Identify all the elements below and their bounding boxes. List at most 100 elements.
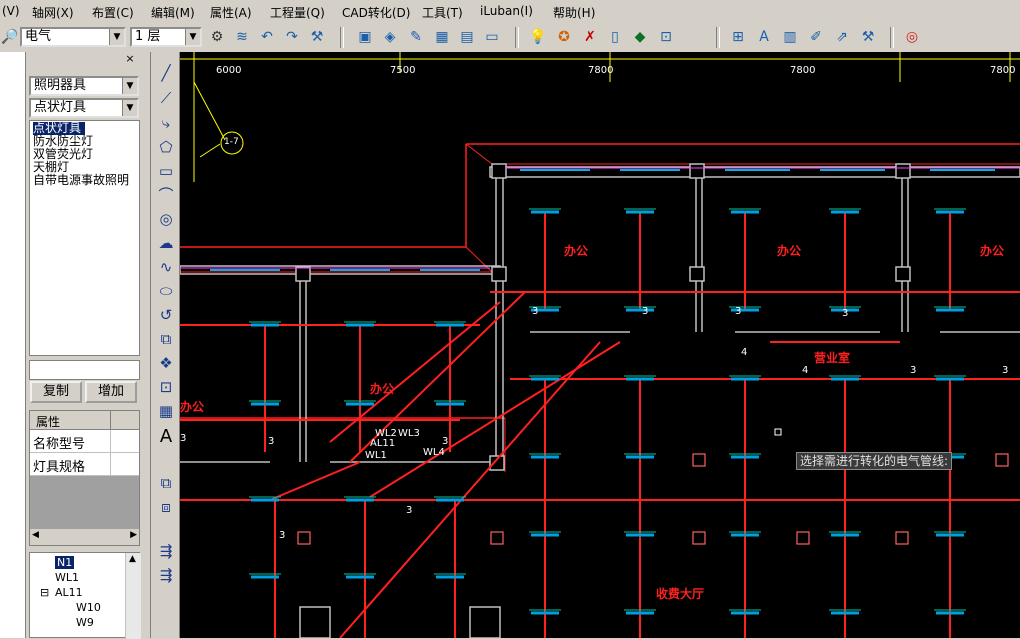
- menu-quantity[interactable]: 工程量(Q): [270, 4, 325, 21]
- hammer-icon[interactable]: ⚒: [858, 27, 878, 47]
- subtype-value: 点状灯具: [34, 100, 87, 115]
- properties-icon[interactable]: ▣: [355, 27, 375, 47]
- category-value: 照明器具: [34, 78, 87, 93]
- wire-count: 4: [802, 365, 809, 376]
- menu-edit[interactable]: 编辑(M): [151, 4, 195, 21]
- wire-count: 4: [741, 347, 748, 358]
- layer-icon[interactable]: ≋: [232, 27, 252, 47]
- vertical-scrollbar[interactable]: ▲: [125, 553, 141, 639]
- subtype-select[interactable]: 点状灯具 ▼: [29, 98, 139, 118]
- export-icon[interactable]: ⇗: [832, 27, 852, 47]
- close-icon[interactable]: ×: [124, 53, 136, 65]
- discipline-value: 电气: [25, 29, 52, 44]
- scroll-left-icon[interactable]: ◀: [32, 530, 39, 540]
- scroll-right-icon[interactable]: ▶: [130, 530, 137, 540]
- redo-icon[interactable]: ↷: [282, 27, 302, 47]
- tree-node[interactable]: W9: [76, 616, 94, 629]
- convert-icon[interactable]: ⊞: [728, 27, 748, 47]
- make-block-icon[interactable]: ❖: [155, 352, 177, 374]
- line-icon[interactable]: ╱: [155, 62, 177, 84]
- polygon-icon[interactable]: ⬠: [155, 136, 177, 158]
- menu-axis[interactable]: 轴网(X): [32, 4, 74, 21]
- rectangle-icon[interactable]: ▭: [155, 160, 177, 182]
- circle-icon[interactable]: ◎: [155, 208, 177, 230]
- point-icon[interactable]: ⊡: [155, 376, 177, 398]
- 3d-icon[interactable]: ◆: [630, 27, 650, 47]
- polyline-icon[interactable]: ⟋: [155, 87, 177, 109]
- component-list: 点状灯具 防水防尘灯 双管荧光灯 天棚灯 自带电源事故照明: [29, 120, 140, 356]
- import-icon[interactable]: ⇶: [155, 540, 177, 562]
- insert-block-icon[interactable]: ⧉: [155, 328, 177, 350]
- list-item[interactable]: 自带电源事故照明: [33, 174, 129, 187]
- circuit-tree: N1 WL1 ⊟ AL11 W10 W9 ▲: [29, 552, 141, 639]
- menu-help[interactable]: 帮助(H): [553, 4, 595, 21]
- menu-view[interactable]: (V): [2, 4, 20, 18]
- measure-icon[interactable]: ✎: [406, 27, 426, 47]
- chart-icon[interactable]: ▥: [780, 27, 800, 47]
- floor-value: 1 层: [135, 29, 161, 44]
- room-label: 营业室: [814, 351, 851, 365]
- copy-button[interactable]: 复制: [30, 381, 82, 403]
- discipline-select[interactable]: 电气 ▼: [20, 27, 126, 47]
- find-icon[interactable]: 🔎: [0, 27, 20, 47]
- partitions: [180, 163, 1020, 638]
- cloud-icon[interactable]: ☁: [155, 232, 177, 254]
- scroll-up-icon[interactable]: ▲: [129, 554, 136, 564]
- category-select[interactable]: 照明器具 ▼: [29, 76, 139, 96]
- tree-node[interactable]: WL1: [55, 571, 79, 584]
- chevron-down-icon[interactable]: ▼: [185, 29, 200, 45]
- menu-layout[interactable]: 布置(C): [92, 4, 134, 21]
- property-row[interactable]: 灯具规格: [30, 453, 139, 476]
- pin-icon[interactable]: ✪: [554, 27, 574, 47]
- check-icon[interactable]: ✗: [580, 27, 600, 47]
- table-icon[interactable]: ▤: [457, 27, 477, 47]
- add-button[interactable]: 增加: [85, 381, 137, 403]
- ellipse-icon[interactable]: ⬭: [155, 280, 177, 302]
- chevron-down-icon[interactable]: ▼: [122, 100, 137, 116]
- floor-select[interactable]: 1 层 ▼: [130, 27, 202, 47]
- preview-icon[interactable]: ⊡: [656, 27, 676, 47]
- menu-property[interactable]: 属性(A): [210, 4, 252, 21]
- hatch-icon[interactable]: ▦: [155, 400, 177, 422]
- report-icon[interactable]: ▯: [605, 27, 625, 47]
- chevron-down-icon[interactable]: ▼: [109, 29, 124, 45]
- tree-node[interactable]: W10: [76, 601, 101, 614]
- view-icon[interactable]: ▭: [482, 27, 502, 47]
- export-icon[interactable]: ⇶: [155, 564, 177, 586]
- room-label: 办公: [180, 400, 205, 414]
- component-icon[interactable]: ⚙: [207, 27, 227, 47]
- copy-object-icon[interactable]: ⧉: [155, 472, 177, 494]
- grid-icon[interactable]: ▦: [432, 27, 452, 47]
- text-icon[interactable]: A: [155, 426, 177, 448]
- undo-icon[interactable]: ↶: [257, 27, 277, 47]
- arc-line-icon[interactable]: ⤷: [155, 112, 177, 134]
- chevron-down-icon[interactable]: ▼: [122, 78, 137, 94]
- property-name: 名称型号: [33, 437, 86, 452]
- name-input[interactable]: [29, 360, 140, 380]
- menu-iluban[interactable]: iLuban(I): [480, 4, 533, 18]
- edit-icon[interactable]: ✐: [806, 27, 826, 47]
- spline-icon[interactable]: ∿: [155, 256, 177, 278]
- axis-bubble-label: 1-7: [224, 137, 239, 147]
- menu-tools[interactable]: 工具(T): [422, 4, 463, 21]
- tree-node[interactable]: N1: [55, 556, 75, 569]
- calculate-icon[interactable]: ⚒: [307, 27, 327, 47]
- circuit-label: WL3: [398, 428, 420, 439]
- horizontal-scrollbar[interactable]: ◀ ▶: [30, 529, 139, 545]
- ring-icon[interactable]: ◎: [902, 27, 922, 47]
- select-icon[interactable]: ◈: [380, 27, 400, 47]
- move-object-icon[interactable]: ⧈: [155, 496, 177, 518]
- text-icon[interactable]: A: [754, 27, 774, 47]
- wire-count: 3: [1002, 365, 1009, 376]
- bulb-icon[interactable]: 💡: [528, 27, 548, 47]
- dimension-label: 7800: [790, 65, 816, 76]
- tree-node[interactable]: AL11: [55, 586, 83, 599]
- menu-cad-convert[interactable]: CAD转化(D): [342, 4, 410, 21]
- arc-icon[interactable]: ⌒: [155, 184, 177, 206]
- ellipse-arc-icon[interactable]: ↺: [155, 304, 177, 326]
- toolbar-separator: [515, 27, 519, 48]
- circuit-label: AL11: [370, 438, 396, 449]
- tree-expander-icon[interactable]: ⊟: [40, 586, 49, 599]
- property-row[interactable]: 名称型号: [30, 430, 139, 453]
- cad-canvas[interactable]: 6000 7500 7800 7800 7800 1-7 办公 办公 办公 办公…: [180, 52, 1020, 638]
